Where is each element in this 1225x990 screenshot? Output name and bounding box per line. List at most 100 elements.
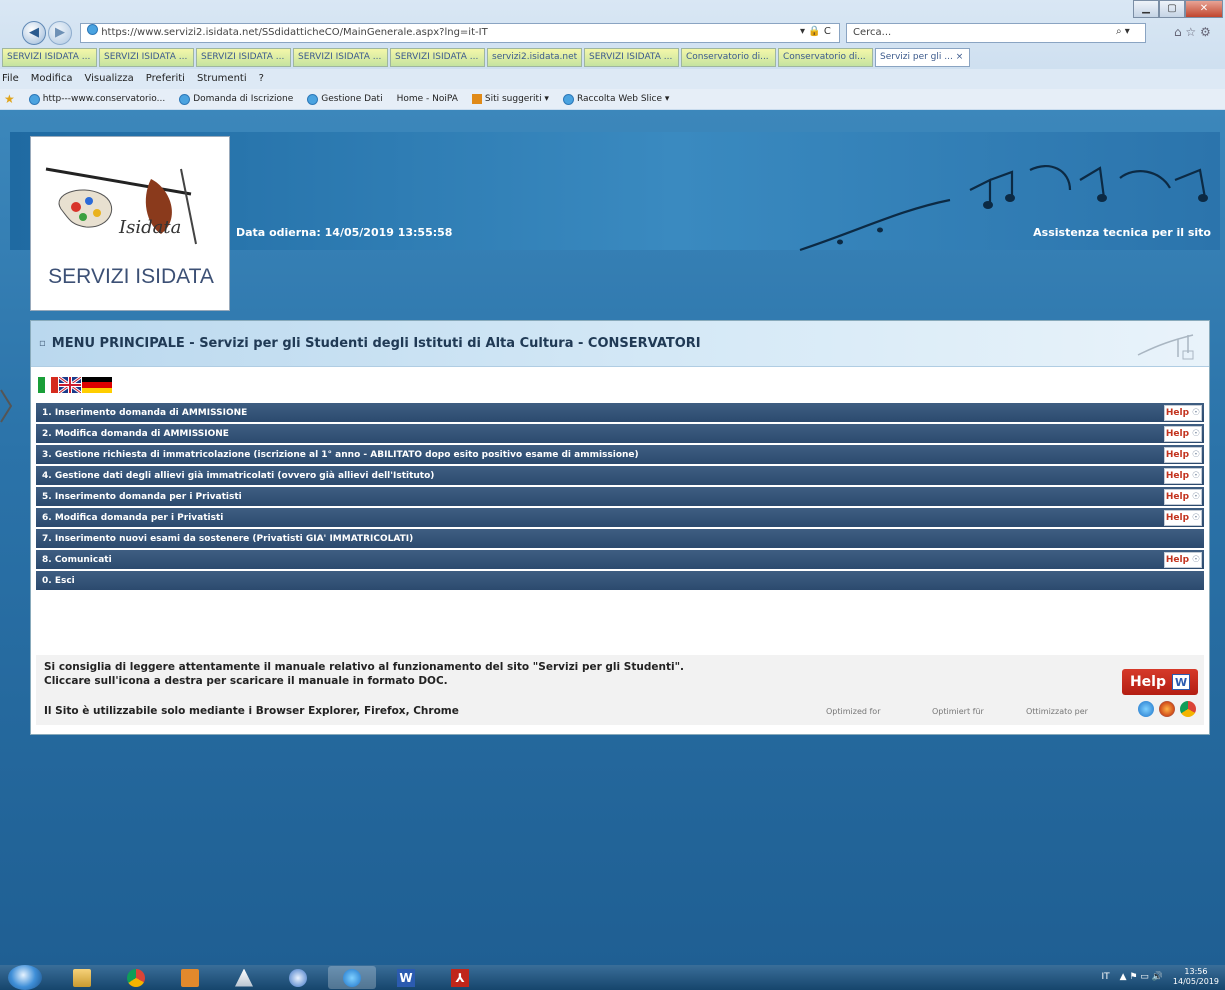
chevron-right-icon[interactable]: [0, 388, 12, 424]
manual-help-label: Help: [1129, 674, 1167, 690]
language-indicator[interactable]: IT: [1101, 972, 1109, 982]
word-icon[interactable]: W: [382, 966, 430, 989]
fav-3[interactable]: Home - NoiPA: [397, 89, 458, 109]
menu-strumenti[interactable]: Strumenti: [197, 69, 247, 89]
menu-modifica[interactable]: Modifica: [31, 69, 73, 89]
clock-time: 13:56: [1184, 967, 1208, 976]
home-star-gear-icons[interactable]: ⌂ ☆ ⚙: [1168, 23, 1220, 43]
menu-item-label: 2. Modifica domanda di AMMISSIONE: [42, 428, 229, 439]
close-icon[interactable]: ✕: [1185, 0, 1223, 18]
internet-explorer-icon: [1138, 701, 1154, 717]
flag-uk-icon[interactable]: [59, 377, 81, 393]
main-menu-panel: ▫ MENU PRINCIPALE - Servizi per gli Stud…: [30, 320, 1210, 735]
tab-2[interactable]: SERVIZI ISIDATA ...: [196, 48, 291, 67]
help-button[interactable]: Help ☉: [1164, 425, 1202, 442]
current-date: Data odierna: 14/05/2019 13:55:58: [236, 226, 453, 239]
menu-item-label: 7. Inserimento nuovi esami da sostenere …: [42, 533, 414, 544]
technical-assistance-link[interactable]: Assistenza tecnica per il sito: [1033, 226, 1211, 239]
language-flags: [38, 377, 112, 393]
fav-1[interactable]: Domanda di Iscrizione: [179, 89, 293, 109]
help-button[interactable]: Help ☉: [1164, 467, 1202, 484]
forward-icon[interactable]: ▶: [48, 21, 72, 45]
system-tray: IT ▲ ⚑ ▭ 🔊 13:56 14/05/2019: [1101, 967, 1219, 987]
logo-title: SERVIZI ISIDATA: [48, 265, 214, 288]
info-download-text: Cliccare sull'icona a destra per scarica…: [44, 675, 448, 687]
search-field[interactable]: Cerca...: [846, 23, 1146, 43]
tab-5[interactable]: servizi2.isidata.net: [487, 48, 582, 67]
tab-3[interactable]: SERVIZI ISIDATA ...: [293, 48, 388, 67]
fav-5[interactable]: Raccolta Web Slice ▾: [562, 89, 669, 109]
back-icon[interactable]: ◀: [22, 21, 46, 45]
fav-2-label: Gestione Dati: [321, 94, 383, 104]
optimized-de: Optimiert für: [932, 707, 984, 716]
address-field[interactable]: https://www.servizi2.isidata.net/SSdidat…: [80, 23, 840, 43]
menu-file[interactable]: File: [2, 69, 19, 89]
menu-item-exit[interactable]: 0. Esci: [36, 571, 1204, 592]
favorites-star-icon[interactable]: ★: [4, 89, 15, 109]
help-label: Help: [1165, 407, 1190, 418]
help-button[interactable]: Help ☉: [1164, 551, 1202, 568]
tab-1[interactable]: SERVIZI ISIDATA ...: [99, 48, 194, 67]
tab-9[interactable]: Servizi per gli ... ×: [875, 48, 970, 67]
explorer-icon[interactable]: [58, 966, 106, 989]
panel-header: ▫ MENU PRINCIPALE - Servizi per gli Stud…: [31, 321, 1209, 367]
menu-item-4[interactable]: 4. Gestione dati degli allievi già immat…: [36, 466, 1204, 487]
thunderbird-icon[interactable]: [274, 966, 322, 989]
clock[interactable]: 13:56 14/05/2019: [1173, 967, 1219, 987]
fav-1-label: Domanda di Iscrizione: [193, 94, 294, 104]
tab-7[interactable]: Conservatorio di...: [681, 48, 776, 67]
chrome-taskbar-icon[interactable]: [112, 966, 160, 989]
address-text: https://www.servizi2.isidata.net/SSdidat…: [101, 27, 488, 38]
help-label: Help: [1165, 554, 1190, 565]
menu-preferiti[interactable]: Preferiti: [146, 69, 185, 89]
minimize-icon[interactable]: ▁: [1133, 0, 1159, 18]
address-row: ◀ ▶ https://www.servizi2.isidata.net/SSd…: [0, 20, 1225, 46]
search-controls[interactable]: ⌕ ▾: [1110, 23, 1142, 43]
start-button-icon[interactable]: [8, 965, 42, 990]
info-box: Si consiglia di leggere attentamente il …: [36, 655, 1204, 725]
clock-date: 14/05/2019: [1172, 977, 1219, 986]
flag-germany-icon[interactable]: [82, 377, 112, 393]
app-icon[interactable]: [220, 966, 268, 989]
manual-help-button[interactable]: Help W: [1122, 669, 1198, 695]
menu-list: 1. Inserimento domanda di AMMISSIONE Help…: [36, 403, 1204, 592]
firefox-icon: [1159, 701, 1175, 717]
ie-icon: [179, 93, 191, 105]
help-button[interactable]: Help ☉: [1164, 404, 1202, 421]
menu-item-label: 4. Gestione dati degli allievi già immat…: [42, 470, 435, 481]
fav-0[interactable]: http---www.conservatorio...: [28, 89, 165, 109]
fav-2[interactable]: Gestione Dati: [307, 89, 383, 109]
help-label: Help: [1165, 512, 1190, 523]
menu-item-1[interactable]: 1. Inserimento domanda di AMMISSIONE Help…: [36, 403, 1204, 424]
help-bulb-icon: ☉: [1192, 470, 1201, 481]
tab-8[interactable]: Conservatorio di...: [778, 48, 873, 67]
music-notes-decoration: [799, 165, 1208, 252]
menu-item-label: 3. Gestione richiesta di immatricolazion…: [42, 449, 639, 460]
menu-item-7[interactable]: 7. Inserimento nuovi esami da sostenere …: [36, 529, 1204, 550]
tray-icons[interactable]: ▲ ⚑ ▭ 🔊: [1120, 972, 1163, 982]
acrobat-icon[interactable]: ⅄: [436, 966, 484, 989]
help-button[interactable]: Help ☉: [1164, 509, 1202, 526]
menu-item-3[interactable]: 3. Gestione richiesta di immatricolazion…: [36, 445, 1204, 466]
tab-6[interactable]: SERVIZI ISIDATA ...: [584, 48, 679, 67]
help-button[interactable]: Help ☉: [1164, 446, 1202, 463]
ie-icon: [307, 93, 319, 105]
help-button[interactable]: Help ☉: [1164, 488, 1202, 505]
page-icon: [87, 24, 98, 35]
tab-4[interactable]: SERVIZI ISIDATA ...: [390, 48, 485, 67]
help-bulb-icon: ☉: [1192, 449, 1201, 460]
media-icon[interactable]: [166, 966, 214, 989]
menu-item-5[interactable]: 5. Inserimento domanda per i Privatisti H…: [36, 487, 1204, 508]
menu-help[interactable]: ?: [259, 69, 264, 89]
internet-explorer-taskbar-icon[interactable]: [328, 966, 376, 989]
fav-4[interactable]: Siti suggeriti ▾: [471, 89, 549, 109]
address-controls[interactable]: ▾ 🔒 C: [794, 23, 840, 43]
maximize-icon[interactable]: ▢: [1159, 0, 1185, 18]
menu-item-2[interactable]: 2. Modifica domanda di AMMISSIONE Help ☉: [36, 424, 1204, 445]
menu-item-6[interactable]: 6. Modifica domanda per i Privatisti Help…: [36, 508, 1204, 529]
tab-0[interactable]: SERVIZI ISIDATA ...: [2, 48, 97, 67]
site-logo[interactable]: Isidata SERVIZI ISIDATA: [30, 136, 230, 311]
menu-visualizza[interactable]: Visualizza: [85, 69, 134, 89]
flag-italy-icon[interactable]: [38, 377, 59, 393]
menu-item-8[interactable]: 8. Comunicati Help ☉: [36, 550, 1204, 571]
